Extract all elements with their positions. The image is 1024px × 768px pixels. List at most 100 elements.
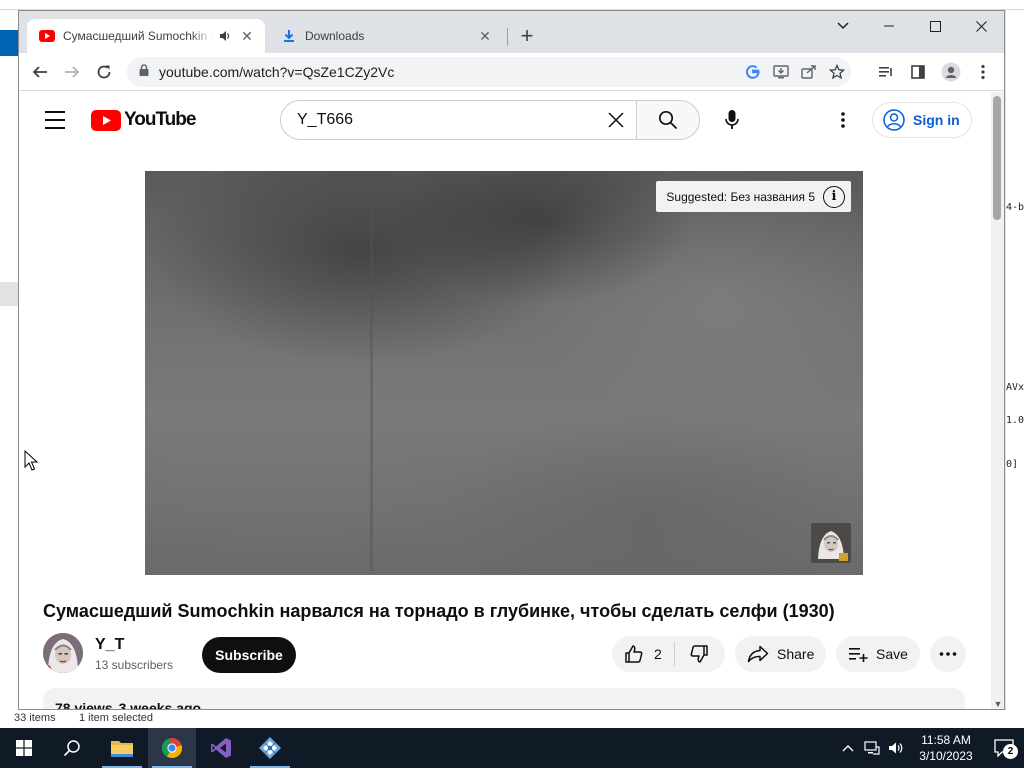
subscribe-button[interactable]: Subscribe bbox=[202, 637, 296, 673]
media-queue-icon bbox=[879, 67, 892, 77]
channel-watermark[interactable] bbox=[811, 523, 851, 563]
scrollbar-thumb[interactable] bbox=[993, 96, 1001, 220]
new-tab-button[interactable]: + bbox=[515, 23, 539, 48]
visual-studio-icon bbox=[211, 738, 231, 758]
reload-icon bbox=[97, 65, 111, 79]
side-panel-button[interactable] bbox=[904, 58, 932, 86]
taskbar-search-button[interactable] bbox=[48, 728, 96, 768]
youtube-play-logo-icon bbox=[91, 109, 121, 131]
upload-date: 3 weeks ago bbox=[118, 700, 202, 710]
chrome-menu-button[interactable] bbox=[969, 58, 997, 86]
taskbar-clock[interactable]: 11:58 AM 3/10/2023 bbox=[908, 732, 984, 764]
view-count: 78 views bbox=[55, 700, 113, 710]
voice-search-button[interactable] bbox=[712, 100, 752, 140]
search-icon bbox=[658, 110, 678, 130]
background-window-titlebar bbox=[0, 0, 1024, 10]
show-hidden-icons-chevron-icon[interactable] bbox=[836, 728, 860, 768]
close-window-button[interactable] bbox=[958, 11, 1004, 41]
background-text-fragment: 1.0 bbox=[1006, 415, 1024, 426]
taskbar-visual-studio[interactable] bbox=[197, 728, 245, 768]
tab-downloads[interactable]: Downloads ✕ bbox=[269, 19, 503, 53]
install-app-icon[interactable] bbox=[767, 58, 795, 86]
suggested-video-card[interactable]: Suggested: Без названия 5 i bbox=[656, 181, 851, 212]
taskbar-chrome[interactable] bbox=[148, 728, 196, 768]
volume-icon[interactable] bbox=[884, 728, 908, 768]
browser-toolbar: youtube.com/watch?v=QsZe1CZy2Vc bbox=[19, 53, 1004, 91]
close-tab-icon[interactable]: ✕ bbox=[477, 28, 493, 44]
youtube-logo[interactable]: YouTube bbox=[91, 109, 196, 131]
info-icon[interactable]: i bbox=[823, 185, 845, 208]
profile-button[interactable] bbox=[937, 58, 965, 86]
maximize-button[interactable] bbox=[912, 11, 958, 41]
reading-list-button[interactable] bbox=[872, 58, 900, 86]
lock-icon[interactable] bbox=[139, 63, 149, 81]
google-icon[interactable] bbox=[739, 58, 767, 86]
start-button[interactable] bbox=[0, 728, 48, 768]
video-frame-detail bbox=[370, 211, 373, 571]
horizontal-dots-icon bbox=[939, 652, 957, 656]
channel-avatar[interactable] bbox=[43, 633, 83, 673]
status-selection-count: 1 item selected bbox=[79, 712, 153, 724]
clock-time: 11:58 AM bbox=[921, 733, 971, 747]
account-circle-icon bbox=[883, 109, 905, 131]
action-center-button[interactable]: 2 bbox=[984, 728, 1024, 768]
windows-taskbar: 11:58 AM 3/10/2023 2 bbox=[0, 728, 1024, 768]
scroll-down-arrow-icon[interactable]: ▼ bbox=[991, 699, 1004, 709]
search-button[interactable] bbox=[636, 100, 700, 140]
save-label: Save bbox=[876, 646, 908, 662]
tab-youtube-video[interactable]: Сумасшедший Sumochkin нарвался на торнад… bbox=[27, 19, 265, 53]
minimize-button[interactable] bbox=[866, 11, 912, 41]
url-text: youtube.com/watch?v=QsZe1CZy2Vc bbox=[159, 64, 395, 80]
minimize-icon bbox=[884, 25, 894, 27]
channel-name[interactable]: Y_T bbox=[95, 636, 124, 654]
tab-search-button[interactable] bbox=[820, 11, 866, 41]
address-bar[interactable]: youtube.com/watch?v=QsZe1CZy2Vc bbox=[127, 57, 851, 87]
network-diagram-icon bbox=[259, 737, 281, 759]
taskbar-network-app[interactable] bbox=[246, 728, 294, 768]
save-button[interactable]: Save bbox=[836, 636, 920, 672]
forward-button[interactable] bbox=[58, 58, 86, 86]
settings-menu-button[interactable] bbox=[825, 104, 861, 136]
page-scrollbar[interactable]: ▼ bbox=[991, 92, 1004, 709]
windows-logo-icon bbox=[16, 740, 32, 756]
chevron-down-icon bbox=[837, 22, 849, 30]
tab-title: Downloads bbox=[305, 29, 365, 43]
taskbar-file-explorer[interactable] bbox=[98, 728, 146, 768]
back-button[interactable] bbox=[26, 58, 54, 86]
system-tray: 11:58 AM 3/10/2023 2 bbox=[836, 728, 1024, 768]
hamburger-menu-icon[interactable] bbox=[39, 108, 71, 132]
dislike-button[interactable] bbox=[675, 636, 723, 672]
video-frame bbox=[145, 171, 863, 575]
explorer-status-bar: 33 items 1 item selected bbox=[0, 710, 1024, 728]
background-text-fragment: 0] bbox=[1006, 459, 1019, 470]
youtube-page: YouTube Y_T666 Sign in Suggested: Без на… bbox=[19, 92, 991, 710]
youtube-icon bbox=[39, 28, 55, 44]
like-dislike-group: 2 bbox=[612, 636, 725, 672]
folder-icon bbox=[111, 741, 133, 757]
sign-in-button[interactable]: Sign in bbox=[872, 102, 972, 138]
chrome-icon bbox=[161, 738, 183, 759]
like-count: 2 bbox=[654, 646, 662, 662]
clear-search-icon[interactable] bbox=[596, 101, 636, 139]
reload-button[interactable] bbox=[90, 58, 118, 86]
close-icon bbox=[975, 20, 987, 32]
speaker-icon[interactable] bbox=[217, 30, 233, 42]
more-actions-button[interactable] bbox=[930, 636, 966, 672]
tab-separator bbox=[507, 28, 508, 46]
thumbs-up-icon bbox=[625, 645, 643, 663]
network-icon[interactable] bbox=[860, 728, 884, 768]
maximize-icon bbox=[929, 20, 941, 32]
share-page-icon[interactable] bbox=[795, 58, 823, 86]
background-window-right-pane: 4-b AVx 1.0 0] bbox=[1005, 10, 1024, 710]
description-box[interactable]: 78 views 3 weeks ago bbox=[43, 688, 965, 710]
video-player[interactable]: Suggested: Без названия 5 i bbox=[145, 171, 863, 575]
clock-date: 3/10/2023 bbox=[919, 749, 973, 763]
like-button[interactable]: 2 bbox=[612, 636, 674, 672]
share-button[interactable]: Share bbox=[735, 636, 826, 672]
search-input[interactable]: Y_T666 bbox=[280, 100, 637, 140]
forward-arrow-icon bbox=[65, 66, 80, 78]
bookmark-star-icon[interactable] bbox=[823, 58, 851, 86]
vertical-dots-icon bbox=[841, 112, 845, 128]
close-tab-icon[interactable]: ✕ bbox=[239, 28, 255, 44]
background-text-fragment: 4-b bbox=[1006, 202, 1024, 213]
